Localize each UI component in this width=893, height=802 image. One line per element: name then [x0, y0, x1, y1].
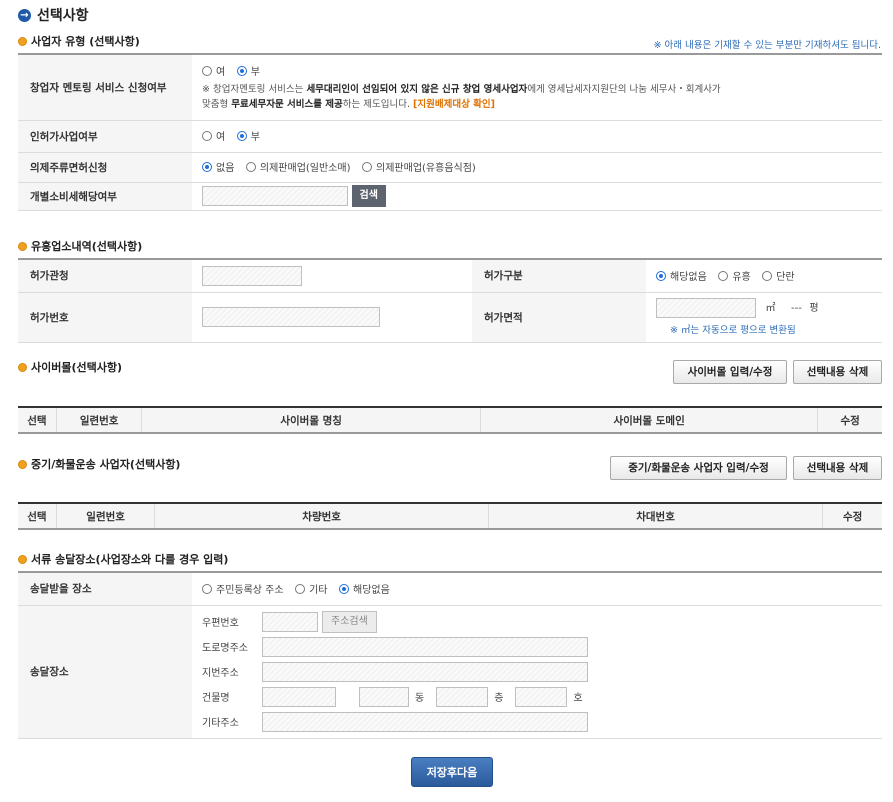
mentoring-label: 창업자 멘토링 서비스 신청여부 [18, 54, 192, 121]
pyeong-value: --- [791, 303, 802, 314]
etc-address-label: 기타주소 [202, 718, 239, 729]
floor-input[interactable] [436, 686, 489, 707]
col-mall-name: 사이버몰 명칭 [142, 408, 481, 432]
freight-delete-button[interactable]: 선택내용 삭제 [793, 456, 882, 480]
liquor-radio-none[interactable]: 없음 [202, 159, 234, 174]
license-radio-no[interactable]: 부 [236, 128, 260, 143]
delivery-radio-other[interactable]: 기타 [295, 581, 328, 596]
delivery-radio-resident[interactable]: 주민등록상 주소 [202, 581, 284, 596]
col-vehicle-number: 차량번호 [155, 504, 489, 528]
dong-input[interactable] [359, 686, 409, 707]
address-search-button[interactable]: 주소검색 [322, 610, 377, 633]
freight-input-button[interactable]: 중기/화물운송 사업자 입력/수정 [610, 456, 787, 480]
section-bullet-icon [18, 554, 27, 564]
section-bullet-icon [18, 459, 27, 469]
delivery-radio-none[interactable]: 해당없음 [339, 581, 390, 596]
delivery-table: 송달받을 장소 주민등록상 주소 기타 해당없음 송달장소 우편번호 주소검색 … [18, 571, 882, 739]
section-bullet-icon [18, 36, 27, 46]
license-radio-yes[interactable]: 여 [202, 128, 225, 143]
permit-office-label: 허가관청 [18, 259, 192, 293]
arrow-right-circle-icon: → [18, 8, 31, 22]
page-title: → 선택사항 [18, 6, 89, 24]
cyber-mall-delete-button[interactable]: 선택내용 삭제 [793, 360, 882, 384]
col-select: 선택 [18, 504, 57, 528]
permit-number-input[interactable] [202, 307, 380, 327]
save-next-button[interactable]: 저장후다음 [411, 757, 493, 787]
entertainment-heading: 유흥업소내역(선택사항) [18, 238, 142, 254]
road-address-label: 도로명주소 [202, 643, 248, 654]
building-label: 건물명 [202, 693, 230, 704]
license-label: 인허가사업여부 [18, 120, 192, 153]
etc-address-input[interactable] [262, 711, 588, 732]
delivery-place-label: 송달받을 장소 [18, 572, 192, 606]
page-title-text: 선택사항 [37, 8, 89, 24]
permit-kind-radio-none[interactable]: 해당없음 [656, 268, 707, 283]
col-edit: 수정 [842, 510, 863, 523]
cyber-mall-grid-header: 선택 일련번호 사이버몰 명칭 사이버몰 도메인 수정 [18, 406, 882, 434]
mentoring-cell: 여 부 ※ 창업자멘토링 서비스는 세무대리인이 선임되어 있지 않은 신규 창… [192, 54, 882, 121]
road-address-input[interactable] [262, 636, 588, 657]
lot-address-input[interactable] [262, 661, 588, 682]
fill-notice: ※ 아래 내용은 기재할 수 있는 부분만 기재하셔도 됩니다. [653, 40, 881, 51]
delivery-address-label: 송달장소 [18, 605, 192, 739]
area-note: ※ ㎡는 자동으로 평으로 변환됨 [670, 325, 796, 336]
permit-kind-radio-karaoke[interactable]: 단란 [762, 268, 795, 283]
permit-number-label: 허가번호 [18, 292, 192, 343]
section-bullet-icon [18, 362, 27, 372]
section-bullet-icon [18, 241, 27, 251]
permit-kind-radio-entertainment[interactable]: 유흥 [718, 268, 751, 283]
cyber-mall-input-button[interactable]: 사이버몰 입력/수정 [673, 360, 787, 384]
liquor-radio-retail[interactable]: 의제판매업(일반소매) [245, 159, 351, 174]
col-serial: 일련번호 [57, 504, 156, 528]
permit-kind-label: 허가구분 [472, 259, 646, 293]
excise-search-button[interactable]: 검색 [351, 185, 386, 207]
ho-input[interactable] [515, 686, 568, 707]
entertainment-table: 허가관청 허가구분 해당없음 유흥 단란 허가번호 허가면적 ㎡ --- 평 ※… [18, 258, 882, 343]
excise-input[interactable] [202, 186, 348, 206]
biz-type-table: 창업자 멘토링 서비스 신청여부 여 부 ※ 창업자멘토링 서비스는 세무대리인… [18, 53, 882, 211]
permit-office-input[interactable] [202, 265, 302, 286]
col-serial: 일련번호 [57, 408, 143, 432]
cyber-mall-heading: 사이버몰(선택사항) [18, 359, 122, 375]
excise-label: 개별소비세해당여부 [18, 182, 192, 211]
lot-address-label: 지번주소 [202, 668, 239, 679]
col-select: 선택 [18, 408, 57, 432]
liquor-radio-restaurant[interactable]: 의제판매업(유흥음식점) [362, 159, 476, 174]
liquor-label: 의제주류면허신청 [18, 152, 192, 183]
col-chassis-number: 차대번호 [489, 504, 824, 528]
col-mall-domain: 사이버몰 도메인 [481, 408, 819, 432]
delivery-heading: 서류 송달장소(사업장소와 다를 경우 입력) [18, 551, 228, 567]
mentoring-radio-no[interactable]: 부 [236, 63, 260, 78]
biz-type-heading: 사업자 유형 (선택사항) [18, 33, 140, 49]
freight-grid-header: 선택 일련번호 차량번호 차대번호 수정 [18, 502, 882, 530]
freight-heading: 중기/화물운송 사업자(선택사항) [18, 456, 180, 472]
building-input[interactable] [262, 686, 336, 707]
col-edit: 수정 [840, 414, 860, 427]
zip-label: 우편번호 [202, 618, 239, 629]
mentoring-radio-yes[interactable]: 여 [202, 63, 225, 78]
permit-area-input[interactable] [656, 298, 756, 318]
exclusion-check-link[interactable]: [지원배제대상 확인] [413, 99, 495, 110]
permit-area-label: 허가면적 [472, 292, 646, 343]
zip-input[interactable] [262, 611, 318, 632]
mentoring-description: ※ 창업자멘토링 서비스는 세무대리인이 선임되어 있지 않은 신규 창업 영세… [202, 83, 721, 110]
